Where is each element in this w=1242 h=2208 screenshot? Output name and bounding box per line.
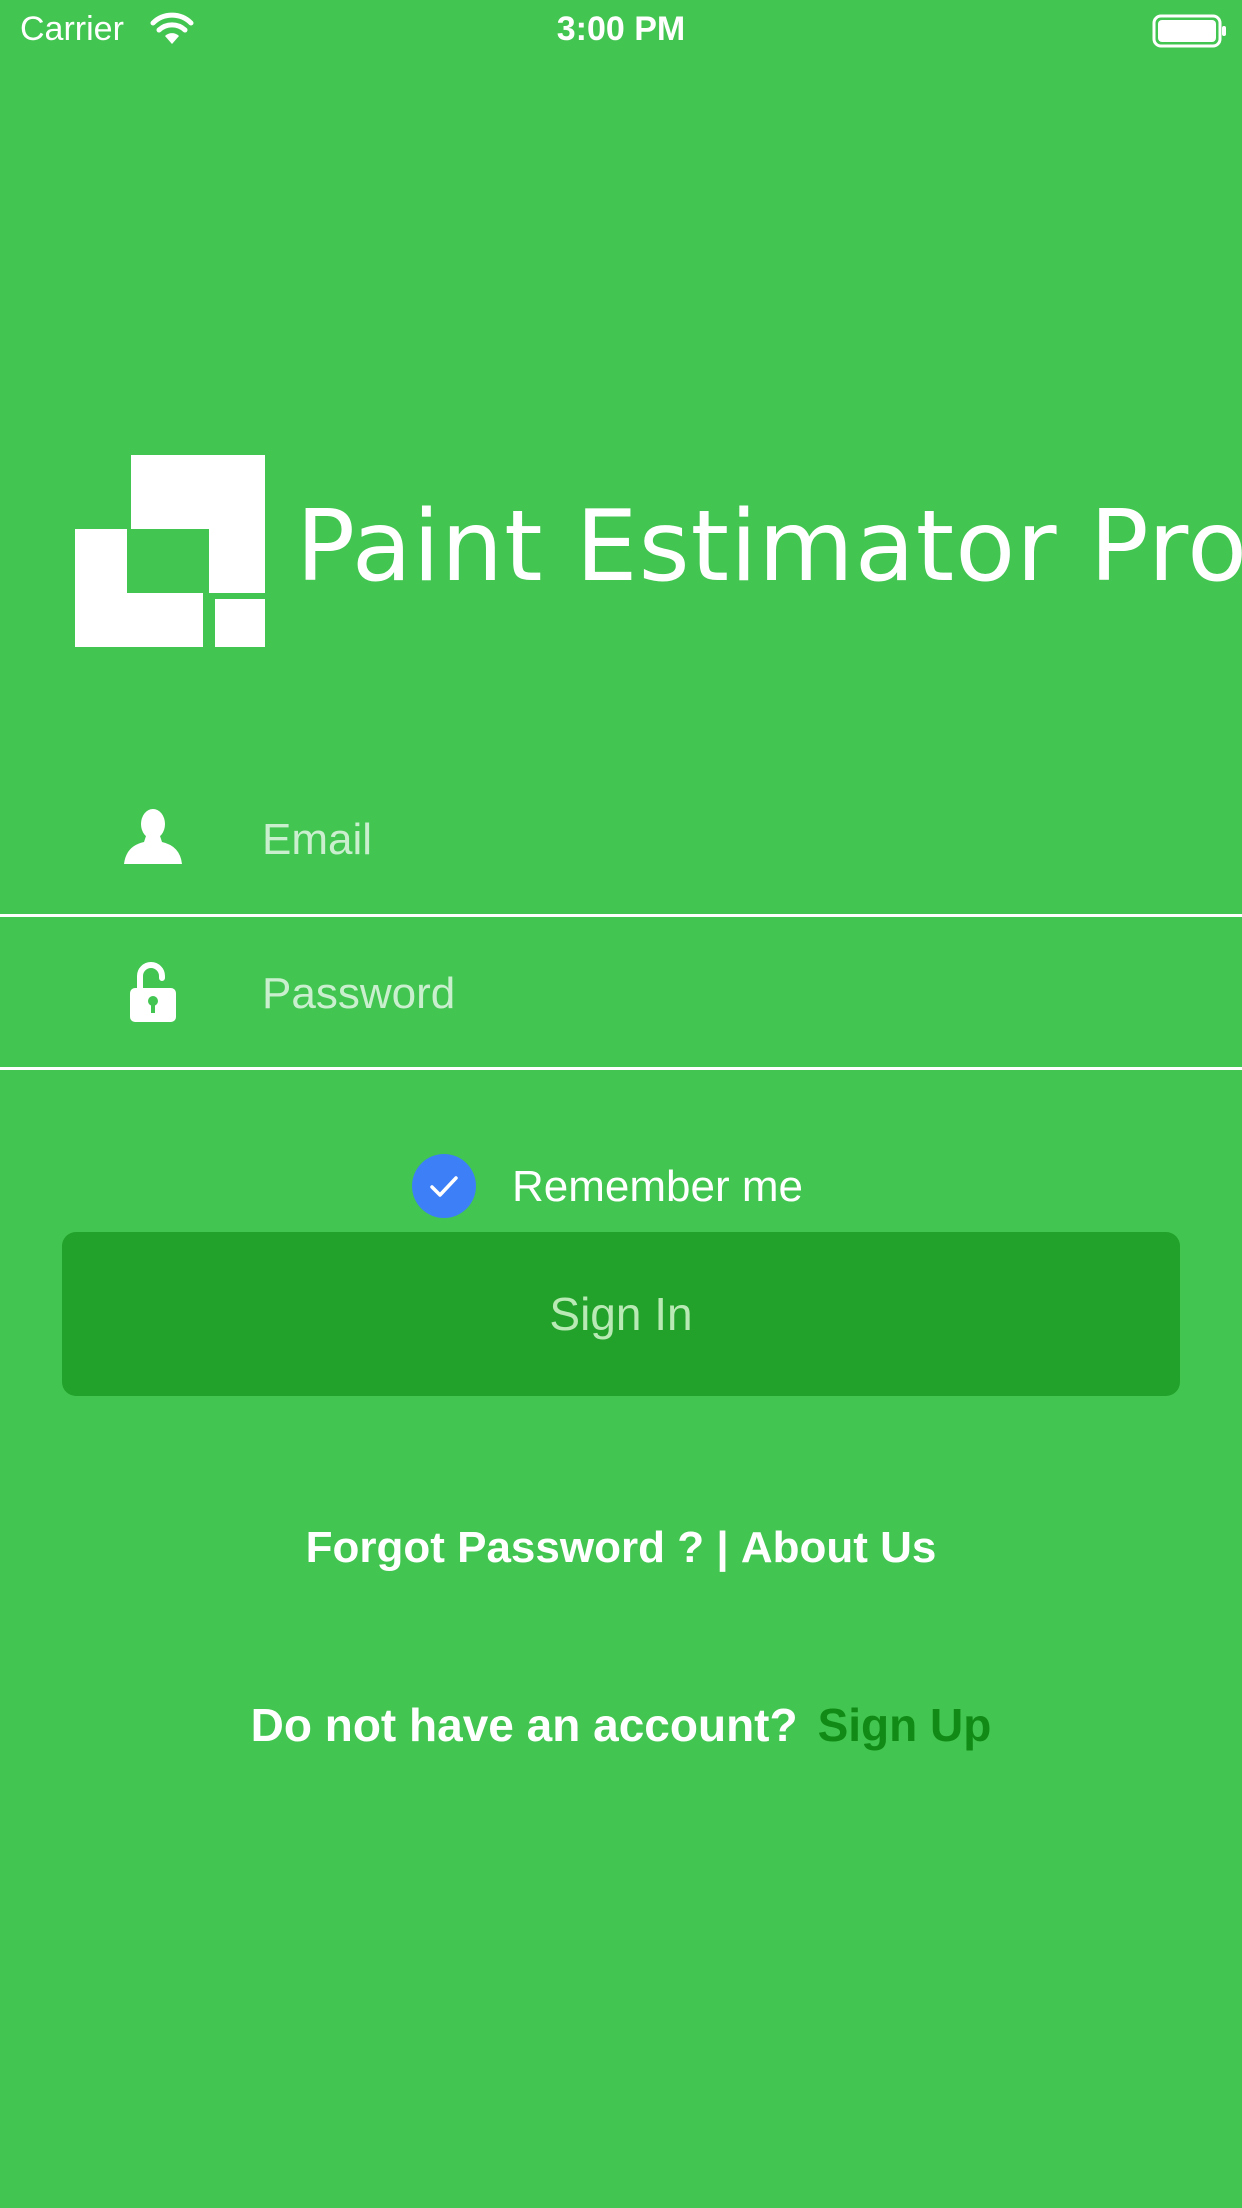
app-title: Paint Estimator Pro (296, 490, 1242, 604)
signup-prompt: Do not have an account? Sign Up (0, 1698, 1242, 1752)
links-separator: | (716, 1523, 729, 1572)
remember-me-label: Remember me (512, 1162, 803, 1211)
logo-icon (75, 455, 267, 652)
checkmark-icon (430, 1176, 458, 1197)
forgot-password-link[interactable]: Forgot Password ? (306, 1523, 704, 1573)
unlock-icon (122, 962, 184, 1029)
remember-checkbox[interactable] (412, 1154, 476, 1218)
email-field[interactable] (262, 807, 1162, 873)
email-row (0, 762, 1242, 915)
sign-up-link[interactable]: Sign Up (818, 1699, 992, 1751)
password-row (0, 916, 1242, 1069)
password-divider (0, 1067, 1242, 1070)
sign-in-button[interactable]: Sign In (62, 1232, 1180, 1396)
no-account-text: Do not have an account? (250, 1699, 798, 1751)
clock: 3:00 PM (556, 10, 686, 48)
secondary-links: Forgot Password ? | About Us (0, 1523, 1242, 1573)
status-bar: Carrier 3:00 PM (0, 0, 1242, 60)
password-field[interactable] (262, 961, 1162, 1027)
user-icon (122, 808, 184, 871)
battery-icon (1152, 14, 1228, 53)
about-us-link[interactable]: About Us (741, 1523, 937, 1573)
